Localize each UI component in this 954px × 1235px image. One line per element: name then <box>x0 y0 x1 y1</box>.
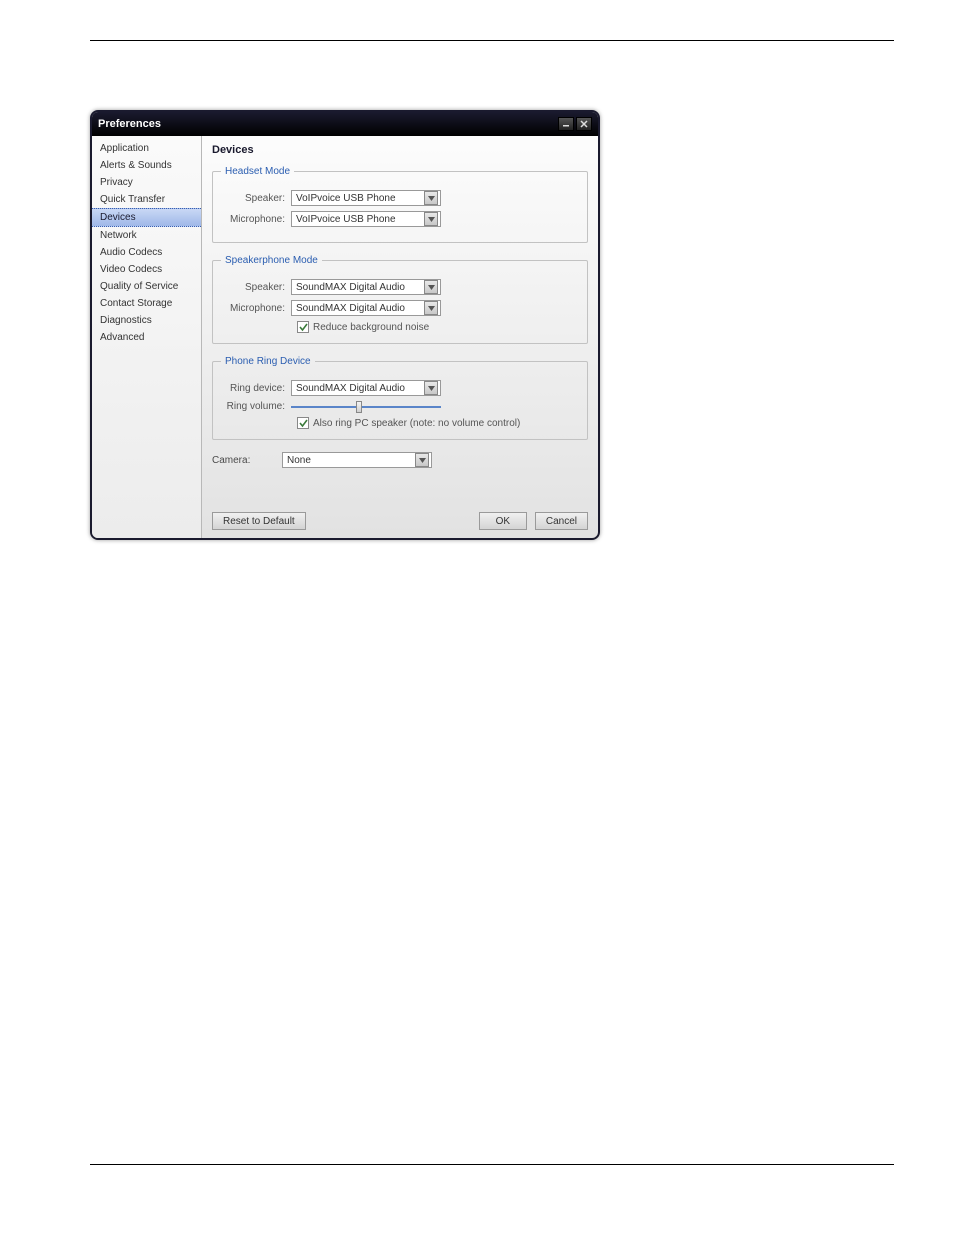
ring-device-label: Ring device: <box>221 383 291 394</box>
check-icon <box>299 419 308 428</box>
sidebar-item-advanced[interactable]: Advanced <box>92 329 201 346</box>
speakerphone-mic-value: SoundMAX Digital Audio <box>296 303 424 314</box>
speakerphone-speaker-dropdown[interactable]: SoundMAX Digital Audio <box>291 279 441 295</box>
sidebar-item-video-codecs[interactable]: Video Codecs <box>92 261 201 278</box>
speakerphone-legend: Speakerphone Mode <box>221 255 322 266</box>
chevron-down-icon <box>415 453 429 467</box>
preferences-dialog: Preferences ApplicationAlerts & SoundsPr… <box>90 110 600 540</box>
content-panel: Devices Headset Mode Speaker: VoIPvoice … <box>202 136 598 538</box>
cancel-button[interactable]: Cancel <box>535 512 588 530</box>
headset-speaker-row: Speaker: VoIPvoice USB Phone <box>221 190 579 206</box>
camera-row: Camera: None <box>212 452 588 468</box>
ring-device-row: Ring device: SoundMAX Digital Audio <box>221 380 579 396</box>
close-button[interactable] <box>576 117 592 131</box>
ring-volume-label: Ring volume: <box>221 401 291 412</box>
check-icon <box>299 323 308 332</box>
speakerphone-mic-row: Microphone: SoundMAX Digital Audio <box>221 300 579 316</box>
chevron-down-icon <box>424 301 438 315</box>
ring-device-dropdown[interactable]: SoundMAX Digital Audio <box>291 380 441 396</box>
speakerphone-speaker-row: Speaker: SoundMAX Digital Audio <box>221 279 579 295</box>
slider-thumb[interactable] <box>356 401 362 413</box>
dialog-body: ApplicationAlerts & SoundsPrivacyQuick T… <box>92 136 598 538</box>
sidebar-item-devices[interactable]: Devices <box>92 208 201 227</box>
speakerphone-mode-group: Speakerphone Mode Speaker: SoundMAX Digi… <box>212 255 588 344</box>
speakerphone-mic-label: Microphone: <box>221 303 291 314</box>
camera-dropdown[interactable]: None <box>282 452 432 468</box>
minimize-icon <box>562 120 570 128</box>
sidebar-item-alerts-sounds[interactable]: Alerts & Sounds <box>92 157 201 174</box>
ring-volume-slider[interactable] <box>291 406 441 408</box>
also-ring-checkbox[interactable] <box>297 417 309 429</box>
sidebar-item-network[interactable]: Network <box>92 227 201 244</box>
chevron-down-icon <box>424 212 438 226</box>
chevron-down-icon <box>424 381 438 395</box>
reduce-noise-checkbox[interactable] <box>297 321 309 333</box>
ring-volume-row: Ring volume: <box>221 401 579 412</box>
camera-value: None <box>287 455 415 466</box>
sidebar-item-quick-transfer[interactable]: Quick Transfer <box>92 191 201 208</box>
headset-mic-label: Microphone: <box>221 214 291 225</box>
close-icon <box>580 120 588 128</box>
ring-device-value: SoundMAX Digital Audio <box>296 383 424 394</box>
window-title: Preferences <box>98 118 161 130</box>
ok-button[interactable]: OK <box>479 512 527 530</box>
reset-to-default-button[interactable]: Reset to Default <box>212 512 306 530</box>
headset-legend: Headset Mode <box>221 166 294 177</box>
speakerphone-speaker-label: Speaker: <box>221 282 291 293</box>
speakerphone-mic-dropdown[interactable]: SoundMAX Digital Audio <box>291 300 441 316</box>
dialog-footer: Reset to Default OK Cancel <box>212 512 588 530</box>
titlebar: Preferences <box>92 112 598 136</box>
reduce-noise-row: Reduce background noise <box>297 321 579 333</box>
headset-speaker-dropdown[interactable]: VoIPvoice USB Phone <box>291 190 441 206</box>
bottom-hr <box>90 1164 894 1165</box>
panel-title: Devices <box>212 144 588 156</box>
slider-track <box>291 406 441 408</box>
also-ring-label: Also ring PC speaker (note: no volume co… <box>313 418 520 429</box>
sidebar-item-quality-of-service[interactable]: Quality of Service <box>92 278 201 295</box>
sidebar-item-contact-storage[interactable]: Contact Storage <box>92 295 201 312</box>
minimize-button[interactable] <box>558 117 574 131</box>
headset-speaker-value: VoIPvoice USB Phone <box>296 193 424 204</box>
phone-ring-group: Phone Ring Device Ring device: SoundMAX … <box>212 356 588 440</box>
top-hr <box>90 40 894 41</box>
document-page: Preferences ApplicationAlerts & SoundsPr… <box>0 0 954 1235</box>
chevron-down-icon <box>424 280 438 294</box>
headset-speaker-label: Speaker: <box>221 193 291 204</box>
speakerphone-speaker-value: SoundMAX Digital Audio <box>296 282 424 293</box>
chevron-down-icon <box>424 191 438 205</box>
sidebar-item-diagnostics[interactable]: Diagnostics <box>92 312 201 329</box>
sidebar: ApplicationAlerts & SoundsPrivacyQuick T… <box>92 136 202 538</box>
reduce-noise-label: Reduce background noise <box>313 322 429 333</box>
phone-ring-legend: Phone Ring Device <box>221 356 315 367</box>
headset-mode-group: Headset Mode Speaker: VoIPvoice USB Phon… <box>212 166 588 243</box>
sidebar-item-audio-codecs[interactable]: Audio Codecs <box>92 244 201 261</box>
headset-mic-dropdown[interactable]: VoIPvoice USB Phone <box>291 211 441 227</box>
camera-label: Camera: <box>212 455 282 466</box>
sidebar-item-application[interactable]: Application <box>92 140 201 157</box>
headset-mic-row: Microphone: VoIPvoice USB Phone <box>221 211 579 227</box>
headset-mic-value: VoIPvoice USB Phone <box>296 214 424 225</box>
also-ring-row: Also ring PC speaker (note: no volume co… <box>297 417 579 429</box>
sidebar-item-privacy[interactable]: Privacy <box>92 174 201 191</box>
